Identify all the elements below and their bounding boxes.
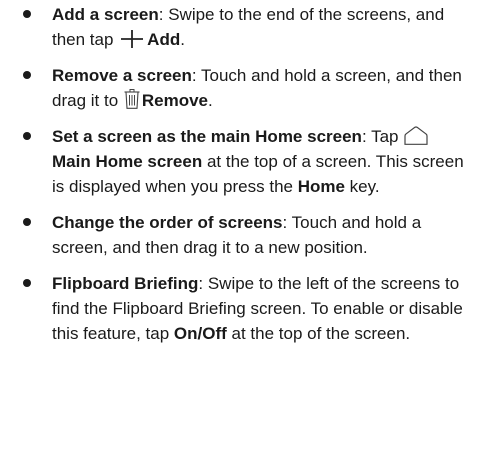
remove-label: Remove [141, 91, 209, 110]
item-term: Remove a screen [52, 66, 192, 85]
item-text-end: . [208, 91, 213, 110]
document-page: Add a screen: Swipe to the end of the sc… [0, 0, 481, 466]
item-text-end: key. [344, 177, 380, 196]
item-term: Change the order of screens [52, 213, 283, 232]
home-icon [404, 126, 428, 145]
list-item-flipboard-briefing: Flipboard Briefing: Swipe to the left of… [20, 271, 467, 346]
list-item-add-screen: Add a screen: Swipe to the end of the sc… [20, 2, 467, 52]
main-home-screen-label: Main Home screen [52, 152, 203, 171]
bullet-icon [23, 218, 31, 226]
bullet-icon [23, 71, 31, 79]
home-key-label: Home [297, 177, 345, 196]
add-label: Add [147, 30, 181, 49]
item-text-end: . [180, 30, 185, 49]
list-item-main-home-screen: Set a screen as the main Home screen: Ta… [20, 124, 467, 199]
item-text: : Tap [361, 127, 404, 146]
item-term: Flipboard Briefing [52, 274, 199, 293]
item-term: Set a screen as the main Home screen [52, 127, 362, 146]
bullet-icon [23, 279, 31, 287]
plus-icon [119, 30, 145, 48]
trash-icon [124, 89, 140, 109]
list-item-remove-screen: Remove a screen: Touch and hold a screen… [20, 63, 467, 113]
bullet-icon [23, 10, 31, 18]
item-text-end: at the top of the screen. [226, 324, 411, 343]
bullet-icon [23, 132, 31, 140]
bullet-list: Add a screen: Swipe to the end of the sc… [20, 2, 467, 346]
on-off-label: On/Off [173, 324, 227, 343]
list-item-change-order: Change the order of screens: Touch and h… [20, 210, 467, 260]
item-term: Add a screen [52, 5, 159, 24]
